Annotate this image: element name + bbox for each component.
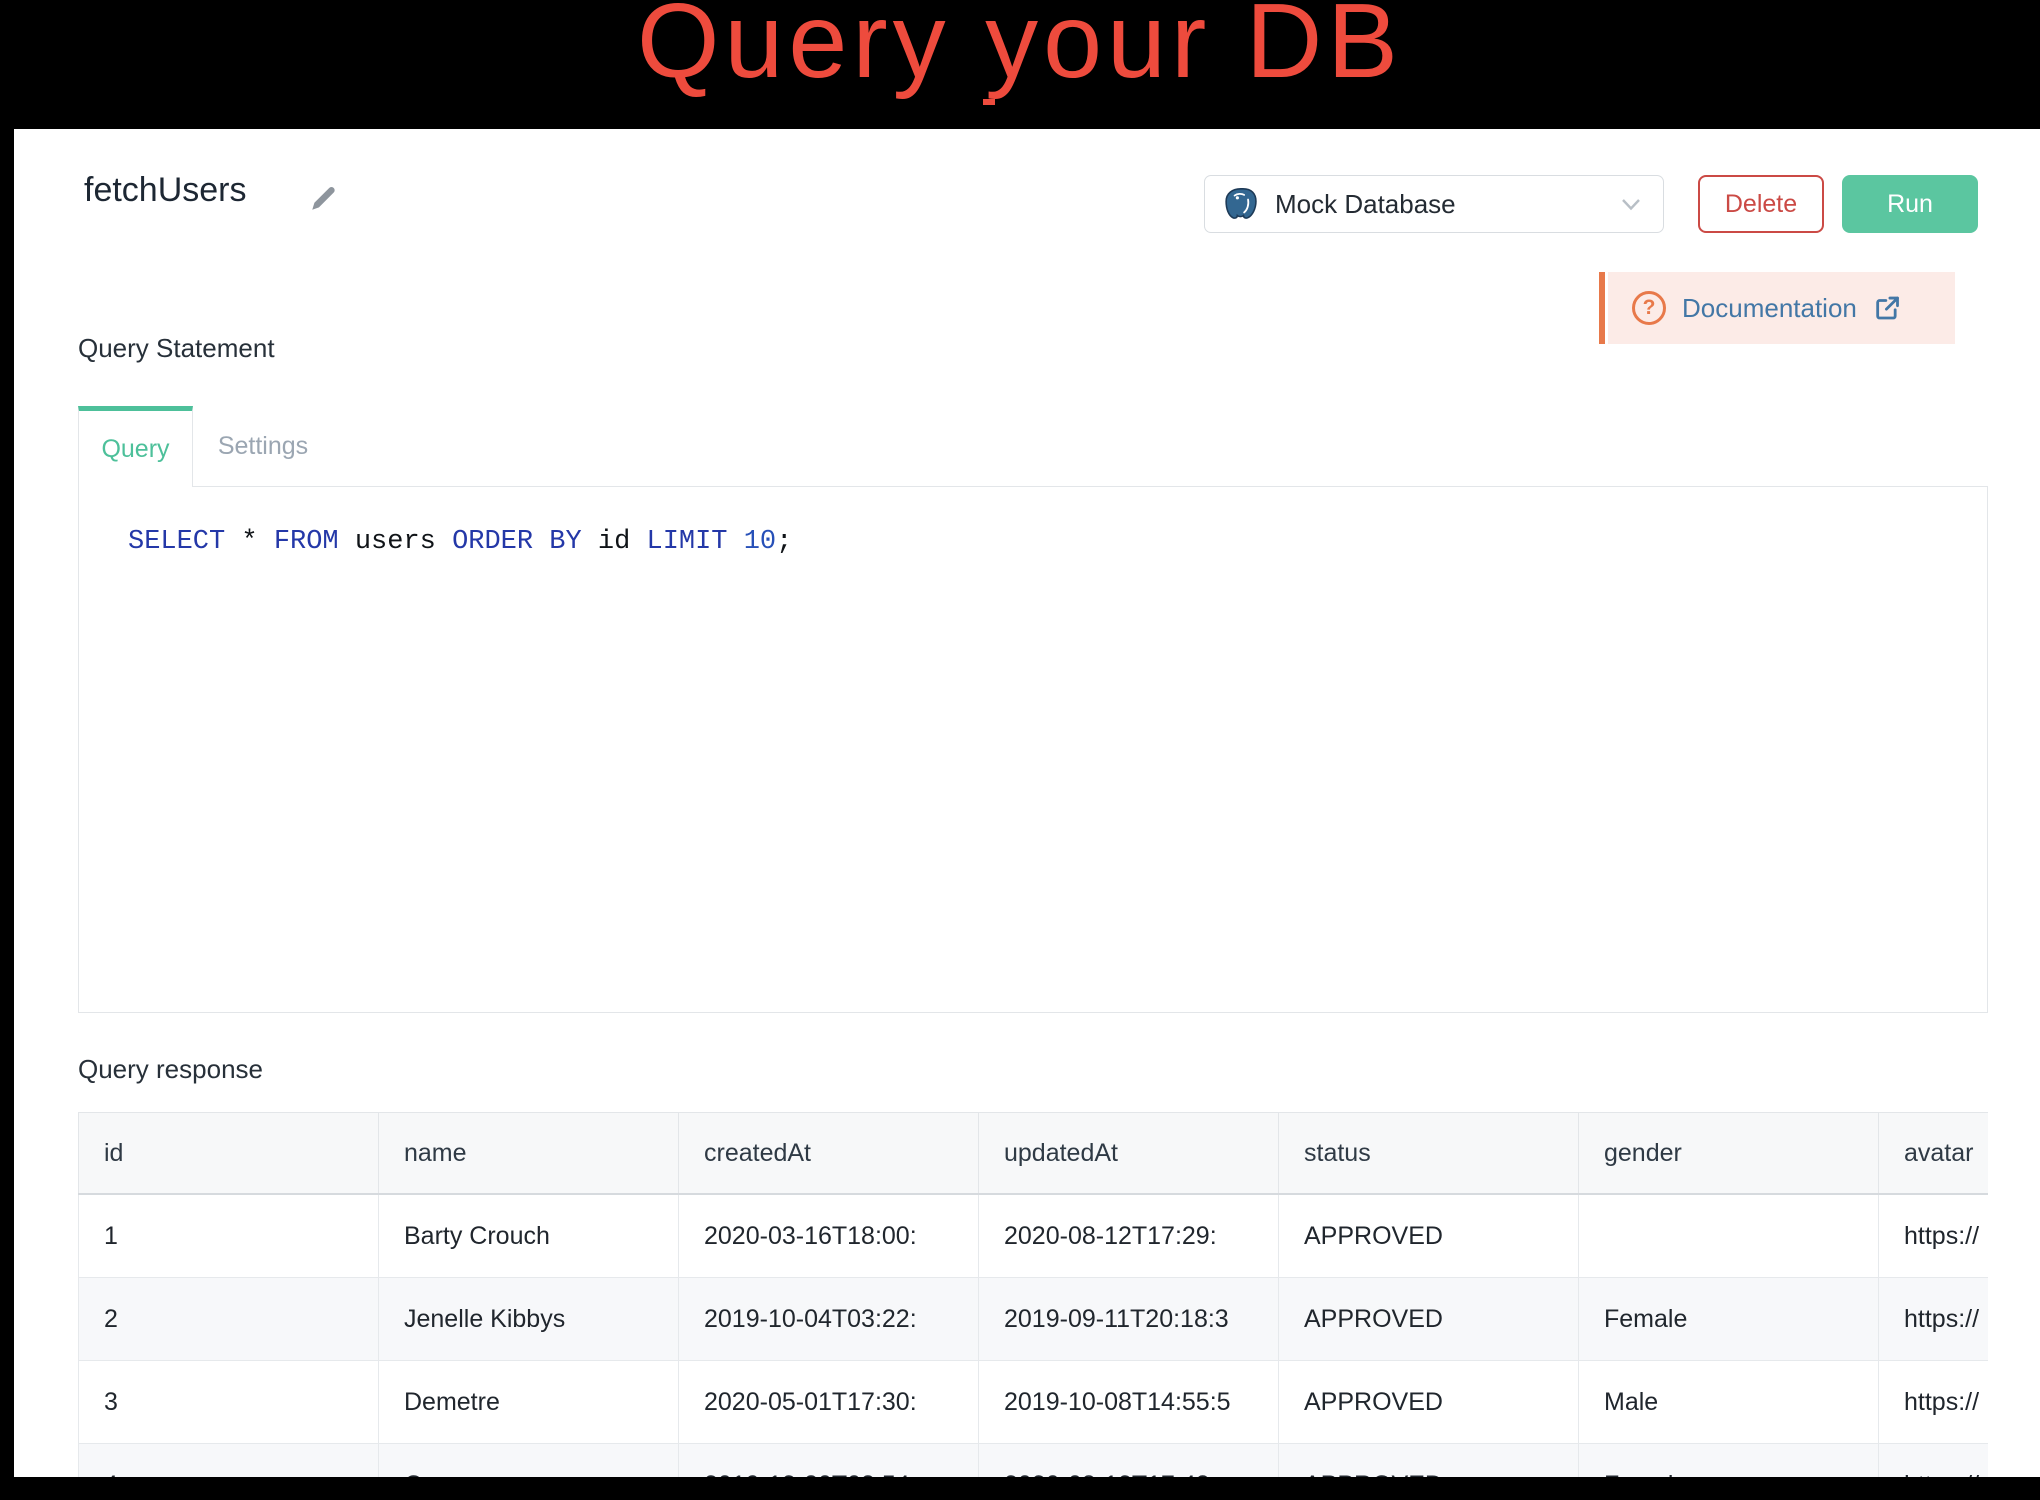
table-cell: Jenelle Kibbys	[379, 1278, 679, 1361]
external-link-icon	[1873, 294, 1901, 322]
editor-tabs: Query Settings	[78, 406, 333, 487]
sql-token-keyword: ORDER BY	[452, 527, 582, 557]
question-circle-icon: ?	[1632, 291, 1666, 325]
table-cell: 2020-03-16T18:00:	[679, 1194, 979, 1278]
table-cell: APPROVED	[1279, 1278, 1579, 1361]
sql-token-plain: users	[339, 527, 452, 557]
sql-statement: SELECT * FROM users ORDER BY id LIMIT 10…	[128, 525, 1987, 559]
column-header-name: name	[379, 1113, 679, 1195]
table-cell: Demetre	[379, 1361, 679, 1444]
column-header-id: id	[79, 1113, 379, 1195]
table-cell: 3	[79, 1361, 379, 1444]
table-row: 2Jenelle Kibbys2019-10-04T03:22:2019-09-…	[79, 1278, 1989, 1361]
table-cell: APPROVED	[1279, 1194, 1579, 1278]
postgresql-icon	[1225, 186, 1261, 222]
table-cell: Female	[1579, 1444, 1879, 1478]
table-cell: 2019-09-11T20:18:3	[979, 1278, 1279, 1361]
query-statement-label: Query Statement	[78, 333, 275, 364]
table-cell: 1	[79, 1194, 379, 1278]
sql-token-plain: ;	[776, 527, 792, 557]
table-cell: 2019-10-08T14:55:5	[979, 1361, 1279, 1444]
response-table: idnamecreatedAtupdatedAtstatusgenderavat…	[78, 1112, 1988, 1477]
sql-token-keyword: LIMIT	[647, 527, 728, 557]
table-cell	[1579, 1194, 1879, 1278]
sql-token-plain: *	[225, 527, 274, 557]
table-cell: 2	[79, 1278, 379, 1361]
page-title: Query your DB	[0, 0, 2040, 94]
table-row: 4Currey2019-12-30T03:54:2020-08-12T17:43…	[79, 1444, 1989, 1478]
delete-button[interactable]: Delete	[1698, 175, 1824, 233]
table-cell: 2019-10-04T03:22:	[679, 1278, 979, 1361]
sql-token-keyword: SELECT	[128, 527, 225, 557]
sql-token-keyword: FROM	[274, 527, 339, 557]
table-cell: Currey	[379, 1444, 679, 1478]
table-cell: 2019-12-30T03:54:	[679, 1444, 979, 1478]
table-cell: 4	[79, 1444, 379, 1478]
resource-dropdown-value: Mock Database	[1275, 189, 1456, 220]
column-header-createdAt: createdAt	[679, 1113, 979, 1195]
table-cell: Barty Crouch	[379, 1194, 679, 1278]
table-cell: APPROVED	[1279, 1361, 1579, 1444]
documentation-accent-bar	[1599, 272, 1605, 344]
column-header-status: status	[1279, 1113, 1579, 1195]
table-cell: https://	[1879, 1444, 1989, 1478]
resource-dropdown[interactable]: Mock Database	[1204, 175, 1664, 233]
table-cell: Male	[1579, 1361, 1879, 1444]
tab-query[interactable]: Query	[78, 406, 193, 487]
rename-query-button[interactable]	[306, 181, 342, 217]
sql-token-number: 10	[728, 527, 777, 557]
column-header-gender: gender	[1579, 1113, 1879, 1195]
pencil-icon	[308, 182, 340, 217]
query-editor-panel: fetchUsers Mock Database Delete Run	[14, 129, 2040, 1477]
table-cell: https://	[1879, 1361, 1989, 1444]
table-cell: https://	[1879, 1194, 1989, 1278]
query-response-table[interactable]: idnamecreatedAtupdatedAtstatusgenderavat…	[78, 1112, 1988, 1477]
query-name: fetchUsers	[84, 171, 247, 210]
sql-editor[interactable]: SELECT * FROM users ORDER BY id LIMIT 10…	[78, 486, 1988, 1013]
table-cell: APPROVED	[1279, 1444, 1579, 1478]
title-underscore-artifact	[983, 99, 995, 105]
table-cell: https://	[1879, 1278, 1989, 1361]
documentation-body: ? Documentation	[1608, 272, 1955, 344]
run-button[interactable]: Run	[1842, 175, 1978, 233]
column-header-avatar: avatar	[1879, 1113, 1989, 1195]
column-header-updatedAt: updatedAt	[979, 1113, 1279, 1195]
query-response-label: Query response	[78, 1054, 263, 1085]
table-cell: 2020-08-12T17:43:	[979, 1444, 1279, 1478]
documentation-label: Documentation	[1682, 293, 1857, 324]
chevron-down-icon	[1621, 198, 1641, 211]
table-cell: Female	[1579, 1278, 1879, 1361]
table-cell: 2020-08-12T17:29:	[979, 1194, 1279, 1278]
table-row: 1Barty Crouch2020-03-16T18:00:2020-08-12…	[79, 1194, 1989, 1278]
table-header-row: idnamecreatedAtupdatedAtstatusgenderavat…	[79, 1113, 1989, 1195]
table-row: 3Demetre2020-05-01T17:30:2019-10-08T14:5…	[79, 1361, 1989, 1444]
sql-token-plain: id	[582, 527, 647, 557]
tab-settings[interactable]: Settings	[193, 406, 333, 487]
documentation-link[interactable]: ? Documentation	[1599, 272, 1955, 344]
table-cell: 2020-05-01T17:30:	[679, 1361, 979, 1444]
